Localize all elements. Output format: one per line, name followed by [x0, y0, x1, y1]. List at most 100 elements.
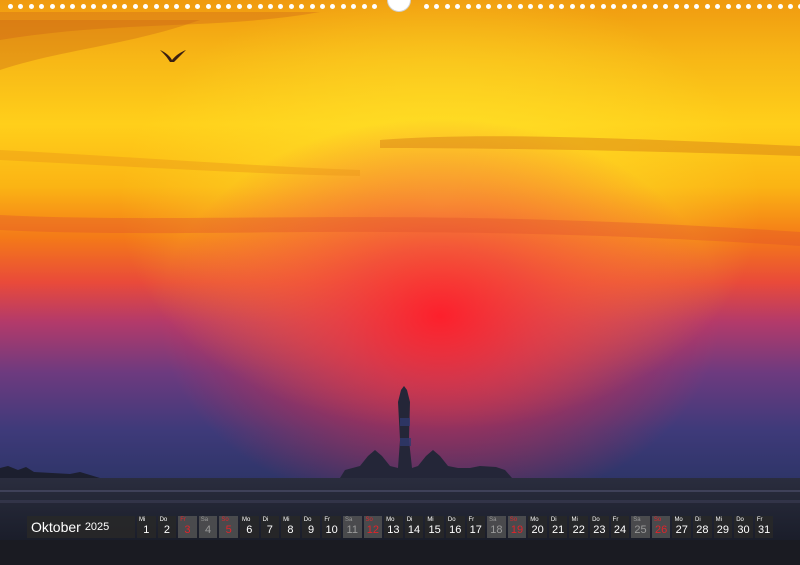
day-number: 6 [246, 524, 253, 536]
weekday-label: So [509, 517, 518, 523]
calendar-day: Sa 4 [198, 516, 218, 538]
weekday-label: Mi [571, 517, 578, 523]
weekday-label: Sa [344, 517, 353, 523]
calendar-day: Mo 13 [384, 516, 403, 538]
calendar-day: Mi 1 [137, 516, 156, 538]
day-number: 3 [184, 524, 191, 536]
binding-ring [736, 4, 741, 9]
binding-ring [143, 4, 149, 9]
binding-ring [621, 4, 627, 9]
weekday-label: So [221, 517, 229, 523]
weekday-label: Mi [139, 517, 146, 523]
binding-ring [372, 4, 377, 9]
weekday-label: Fr [324, 517, 331, 523]
weekday-label: Di [550, 517, 557, 523]
weekday-label: Fr [468, 517, 475, 523]
weekday-label: Di [262, 517, 269, 523]
day-number: 11 [346, 524, 358, 536]
binding-ring [590, 4, 596, 9]
weekday-label: Fr [180, 517, 186, 523]
day-number: 19 [510, 524, 524, 536]
binding-ring [132, 4, 138, 9]
binding-ring [112, 4, 117, 9]
binding-ring [340, 4, 346, 9]
binding-ring [663, 4, 669, 9]
calendar-day: Di 7 [260, 516, 280, 538]
binding-ring [39, 4, 45, 9]
day-number: 12 [366, 524, 379, 536]
day-number: 24 [613, 524, 627, 536]
weekday-label: Mo [674, 517, 683, 523]
binding-ring [767, 4, 773, 9]
day-number: 31 [757, 524, 771, 536]
calendar-day: Fr 24 [610, 516, 630, 538]
binding-ring [49, 4, 55, 9]
binding-ring [351, 4, 357, 9]
day-number: 30 [737, 524, 750, 536]
calendar-day: Do 2 [157, 516, 177, 538]
binding-ring [684, 4, 689, 9]
day-number: 29 [716, 524, 730, 536]
weekday-label: Sa [200, 517, 209, 523]
binding-ring [652, 4, 658, 9]
day-number: 14 [407, 524, 421, 536]
calendar-day: Fr 3 [178, 516, 197, 538]
binding-ring [548, 4, 554, 9]
binding-ring [507, 4, 513, 9]
binding-ring [486, 4, 492, 9]
calendar-day: Mo 20 [528, 516, 547, 538]
calendar-photo [0, 0, 800, 565]
binding-ring [28, 4, 34, 9]
binding-ring [60, 4, 65, 9]
calendar-day: So 26 [651, 516, 671, 538]
binding-ring [434, 4, 440, 9]
binding-ring [18, 4, 24, 9]
weekday-label: Mo [386, 517, 395, 523]
day-number: 17 [469, 524, 482, 536]
day-number: 26 [655, 524, 668, 536]
binding-ring [309, 4, 315, 9]
calendar-day: Di 21 [548, 516, 568, 538]
day-number: 15 [428, 524, 441, 536]
day-number: 1 [143, 524, 150, 536]
weekday-label: So [365, 517, 373, 523]
calendar-day: Sa 11 [342, 516, 362, 538]
binding-ring [216, 4, 221, 9]
binding-ring [330, 4, 336, 9]
weekday-label: Mi [715, 517, 722, 523]
binding-ring [268, 4, 273, 9]
binding-ring [226, 4, 232, 9]
binding-ring [746, 4, 752, 9]
binding-ring [777, 4, 783, 9]
binding-ring [788, 4, 793, 9]
binding-ring [528, 4, 533, 9]
calendar-day: Do 9 [301, 516, 321, 538]
calendar-day: Sa 18 [487, 516, 506, 538]
binding-ring [288, 4, 294, 9]
weekday-label: Sa [633, 517, 641, 523]
calendar-day: Di 28 [693, 516, 712, 538]
day-number: 27 [675, 524, 688, 536]
binding-ring [247, 4, 253, 9]
day-number: 8 [287, 524, 294, 536]
binding-ring [476, 4, 481, 9]
day-number: 2 [163, 524, 170, 536]
weekday-label: Di [406, 517, 413, 523]
binding-ring [642, 4, 648, 9]
calendar-day: Fr 10 [322, 516, 341, 538]
binding-ring [580, 4, 585, 9]
binding-ring [725, 4, 731, 9]
month-name: Oktober [31, 519, 81, 535]
calendar-day: Fr 31 [754, 516, 774, 538]
weekday-label: So [653, 517, 662, 523]
weekday-label: Do [736, 517, 744, 523]
binding-ring [465, 4, 471, 9]
binding-ring [205, 4, 211, 9]
calendar-day: Do 30 [734, 516, 753, 538]
binding-ring [91, 4, 97, 9]
day-number: 9 [307, 524, 315, 536]
binding-ring [70, 4, 76, 9]
weekday-label: Mi [427, 517, 434, 523]
binding-ring [673, 4, 679, 9]
binding-ring [164, 4, 169, 9]
